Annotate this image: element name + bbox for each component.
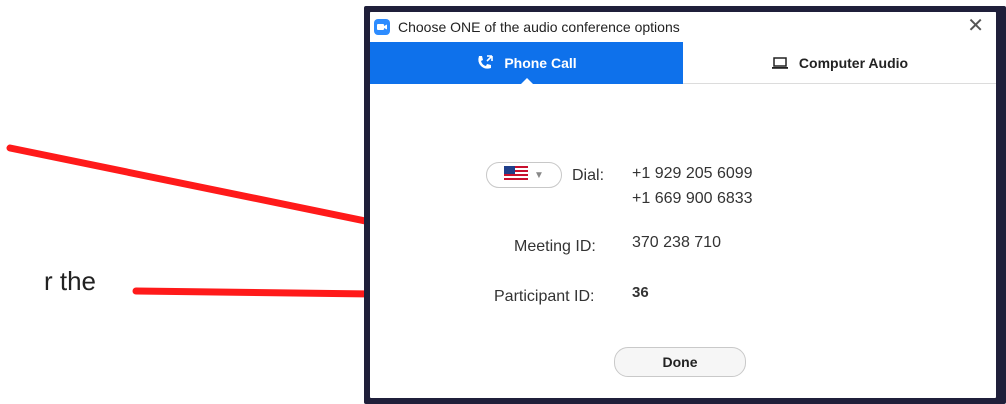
- chevron-down-icon: ▼: [534, 169, 544, 181]
- zoom-app-icon: [374, 19, 390, 35]
- laptop-icon: [771, 56, 789, 70]
- tab-computer-audio[interactable]: Computer Audio: [683, 42, 996, 84]
- participant-id-label: Participant ID:: [494, 288, 595, 305]
- tab-computer-audio-label: Computer Audio: [798, 54, 909, 71]
- dial-label: Dial:: [572, 167, 605, 184]
- dial-number-1: +1 929 205 6099: [632, 165, 753, 182]
- dialog-title: Choose ONE of the audio conference optio…: [398, 19, 680, 35]
- active-tab-indicator: [519, 78, 534, 85]
- us-flag-icon: [504, 165, 529, 185]
- close-icon[interactable]: ✕: [967, 16, 984, 36]
- phone-icon: [476, 55, 494, 71]
- meeting-id-value: 370 238 710: [632, 234, 721, 251]
- country-flag-dropdown[interactable]: ▼: [486, 162, 562, 188]
- tab-phone-call[interactable]: Phone Call: [370, 42, 683, 85]
- audio-option-tabs: Phone Call Computer Audio: [370, 42, 996, 85]
- meeting-id-label: Meeting ID:: [514, 238, 596, 255]
- dial-number-2: +1 669 900 6833: [632, 190, 753, 207]
- tab-phone-call-label: Phone Call: [504, 55, 577, 71]
- done-button[interactable]: Done: [614, 347, 746, 377]
- participant-id-value: 36: [632, 284, 649, 301]
- dialog-titlebar: Choose ONE of the audio conference optio…: [370, 12, 996, 42]
- audio-conference-dialog: Choose ONE of the audio conference optio…: [370, 12, 996, 398]
